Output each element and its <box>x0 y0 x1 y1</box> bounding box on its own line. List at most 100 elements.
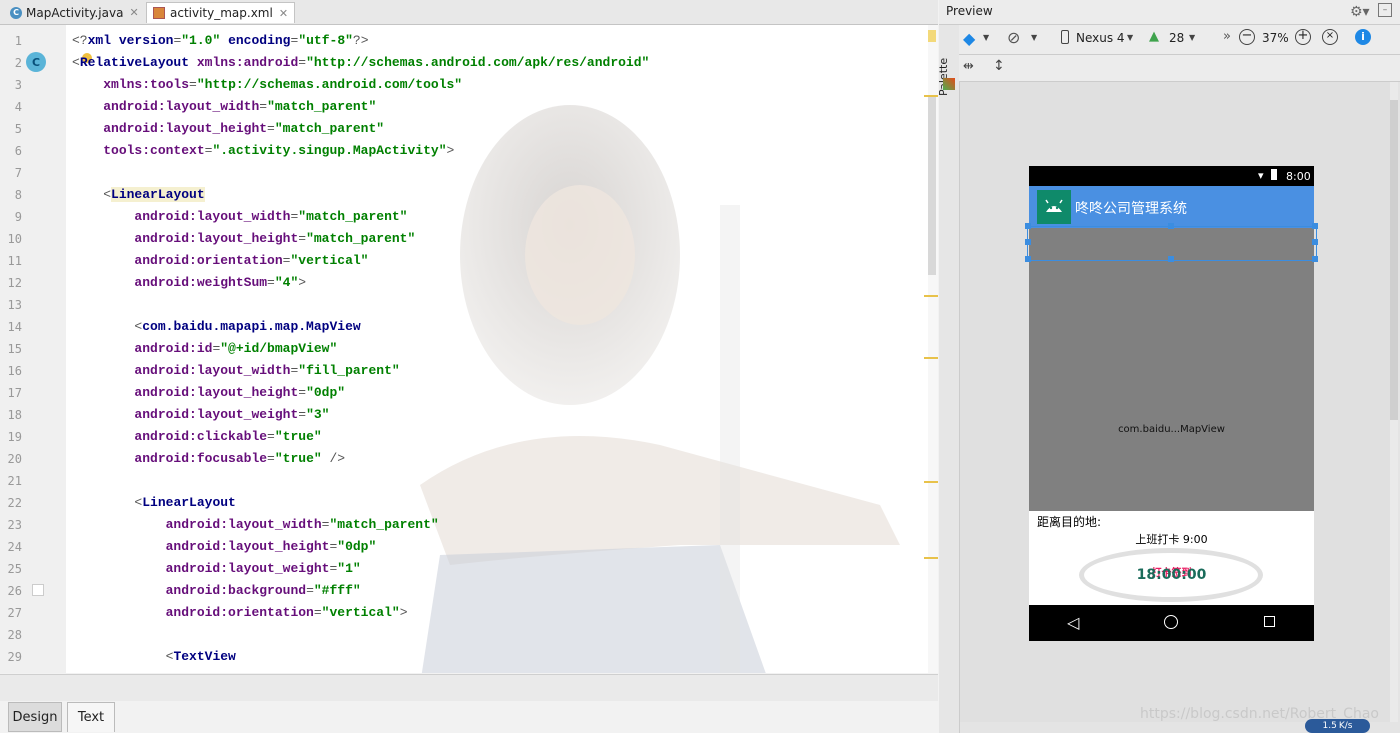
tab-text[interactable]: Text <box>67 702 115 732</box>
editor-background-image <box>420 105 900 673</box>
device-selector[interactable]: Nexus 4 <box>1076 31 1125 45</box>
status-bar: ▾ 8:00 <box>1029 166 1314 186</box>
code-editor[interactable]: C 1 <?xml version="1.0" encoding="utf-8"?… <box>0 25 938 673</box>
zoom-in-icon[interactable]: + <box>1295 29 1311 45</box>
code-line[interactable]: android:layout_width="match_parent" <box>72 209 407 224</box>
palette-icon[interactable] <box>943 78 955 90</box>
line-number: 13 <box>7 298 22 312</box>
app-title: 咚咚公司管理系统 <box>1075 201 1187 217</box>
code-line[interactable]: <RelativeLayout xmlns:android="http://sc… <box>72 55 649 70</box>
distance-label: 距离目的地: <box>1037 515 1102 529</box>
error-stripe-marker <box>924 295 938 297</box>
android-app-icon <box>1037 190 1071 224</box>
back-icon[interactable]: ◁ <box>1067 613 1079 632</box>
xml-file-icon <box>153 7 165 19</box>
line-number: 8 <box>14 188 22 202</box>
chevron-down-icon[interactable]: ▼ <box>983 33 989 42</box>
network-speed-badge: 1.5 K/s <box>1305 719 1370 733</box>
code-line[interactable]: android:orientation="vertical"> <box>72 605 408 620</box>
orientation-icon[interactable]: ⊘ <box>1007 28 1020 47</box>
expand-vertical-icon[interactable]: ↕ <box>993 58 1005 74</box>
class-context-icon[interactable]: C <box>26 52 46 72</box>
tab-design[interactable]: Design <box>8 702 62 732</box>
line-number: 25 <box>7 562 22 576</box>
code-line[interactable]: android:layout_width="match_parent" <box>72 99 376 114</box>
chevron-down-icon[interactable]: ▼ <box>1127 33 1133 42</box>
code-line[interactable]: android:layout_height="match_parent" <box>72 121 384 136</box>
zoom-fit-icon[interactable]: × <box>1322 29 1338 45</box>
preview-toolbar: ◆ ▼ ⊘ ▼ Nexus 4 ▼ ▲ 28 ▼ » − 37% + × i <box>959 25 1400 55</box>
resize-handle[interactable] <box>1168 256 1174 262</box>
code-line[interactable]: <LinearLayout <box>72 187 205 202</box>
code-line[interactable]: android:layout_height="match_parent" <box>72 231 415 246</box>
line-number: 28 <box>7 628 22 642</box>
line-number: 1 <box>14 34 22 48</box>
editor-tab-bar: C MapActivity.java ✕ activity_map.xml ✕ <box>0 0 938 25</box>
gear-icon[interactable]: ⚙▾ <box>1350 4 1370 20</box>
tab-label: MapActivity.java <box>26 5 124 20</box>
code-line[interactable]: android:clickable="true" <box>72 429 321 444</box>
resize-handle[interactable] <box>1025 256 1031 262</box>
tab-mapactivity-java[interactable]: C MapActivity.java ✕ <box>4 2 145 23</box>
home-icon[interactable] <box>1164 615 1178 629</box>
layers-icon[interactable]: ◆ <box>963 29 983 48</box>
map-view[interactable]: com.baidu...MapView <box>1029 228 1314 511</box>
clock-text: 18:00:00 <box>1136 567 1207 583</box>
line-number: 23 <box>7 518 22 532</box>
line-number: 5 <box>14 122 22 136</box>
java-class-icon: C <box>10 6 22 19</box>
recents-icon[interactable] <box>1264 616 1275 627</box>
error-stripe-marker <box>924 357 938 359</box>
code-line[interactable]: android:background="#fff" <box>72 583 361 598</box>
preview-scrollbar-thumb[interactable] <box>1390 100 1398 420</box>
zoom-out-icon[interactable]: − <box>1239 29 1255 45</box>
error-stripe-marker <box>924 481 938 483</box>
checkin-label: 上班打卡 9:00 <box>1135 533 1208 546</box>
color-swatch-icon <box>32 584 44 596</box>
scrollbar-thumb[interactable] <box>928 95 936 275</box>
code-line[interactable]: <TextView <box>72 649 236 664</box>
code-line[interactable]: android:layout_height="0dp" <box>72 385 345 400</box>
code-line[interactable]: <LinearLayout <box>72 495 235 510</box>
resize-handle[interactable] <box>1025 223 1031 229</box>
code-line[interactable]: android:layout_weight="1" <box>72 561 361 576</box>
more-icon[interactable]: » <box>1223 29 1231 44</box>
line-number: 2 <box>14 56 22 70</box>
expand-horizontal-icon[interactable]: ⇹ <box>963 59 974 74</box>
line-number: 3 <box>14 78 22 92</box>
line-number: 22 <box>7 496 22 510</box>
hide-panel-icon[interactable]: – <box>1378 3 1392 17</box>
code-line[interactable]: xmlns:tools="http://schemas.android.com/… <box>72 77 462 92</box>
line-number: 6 <box>14 144 22 158</box>
code-line[interactable]: <?xml version="1.0" encoding="utf-8"?> <box>72 33 369 48</box>
line-number: 10 <box>7 232 22 246</box>
error-stripe-marker <box>924 95 938 97</box>
code-line[interactable]: android:layout_width="fill_parent" <box>72 363 399 378</box>
code-line[interactable]: android:focusable="true" /> <box>72 451 345 466</box>
resize-handle[interactable] <box>1312 223 1318 229</box>
resize-handle[interactable] <box>1312 239 1318 245</box>
close-icon[interactable]: ✕ <box>279 7 288 20</box>
code-line[interactable]: tools:context=".activity.singup.MapActiv… <box>72 143 454 158</box>
code-line[interactable]: android:layout_width="match_parent" <box>72 517 439 532</box>
code-line[interactable]: android:id="@+id/bmapView" <box>72 341 337 356</box>
wifi-icon: ▾ <box>1258 169 1264 182</box>
code-line[interactable]: android:weightSum="4"> <box>72 275 306 290</box>
code-line[interactable]: <com.baidu.mapapi.map.MapView <box>72 319 360 334</box>
device-icon[interactable] <box>1061 30 1069 44</box>
error-stripe-marker <box>924 557 938 559</box>
code-line[interactable]: android:orientation="vertical" <box>72 253 368 268</box>
tab-activity-map-xml[interactable]: activity_map.xml ✕ <box>146 2 296 23</box>
line-number: 11 <box>7 254 22 268</box>
code-line[interactable]: android:layout_height="0dp" <box>72 539 377 554</box>
close-icon[interactable]: ✕ <box>129 6 138 19</box>
info-icon[interactable]: i <box>1355 29 1371 45</box>
tab-label: activity_map.xml <box>170 6 273 20</box>
chevron-down-icon[interactable]: ▼ <box>1189 33 1195 42</box>
api-level-selector[interactable]: 28 <box>1169 31 1184 45</box>
code-line[interactable]: android:layout_weight="3" <box>72 407 329 422</box>
resize-handle[interactable] <box>1025 239 1031 245</box>
resize-handle[interactable] <box>1312 256 1318 262</box>
chevron-down-icon[interactable]: ▼ <box>1031 33 1037 42</box>
resize-handle[interactable] <box>1168 223 1174 229</box>
